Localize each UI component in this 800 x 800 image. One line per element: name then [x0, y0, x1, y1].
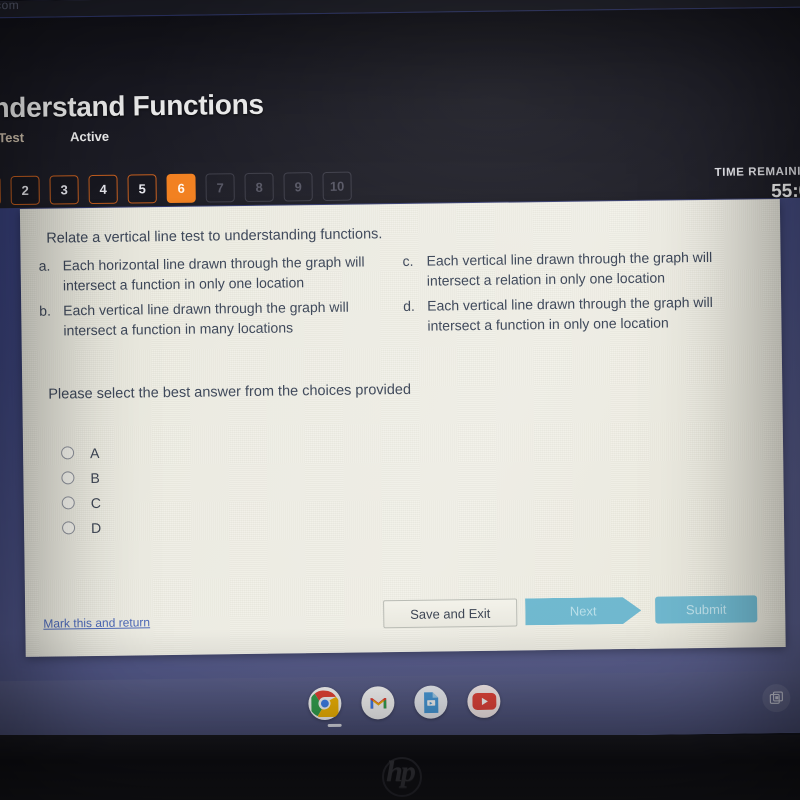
choice-text: Each vertical line drawn through the gra…: [427, 293, 713, 334]
answer-label: B: [90, 469, 100, 486]
question-number-1[interactable]: 1: [0, 176, 1, 206]
page-title: Understand Functions: [0, 88, 264, 124]
instruction-text: Please select the best answer from the c…: [48, 381, 412, 403]
answer-option-B[interactable]: B: [61, 465, 100, 491]
hp-logo: hp: [386, 755, 416, 788]
answer-label: D: [90, 519, 102, 536]
os-taskbar: [0, 670, 800, 744]
choice-letter: d.: [403, 297, 415, 314]
answer-label: A: [89, 444, 100, 461]
assignment-header: Understand Functions Pre-Test Active 123…: [0, 7, 800, 209]
choice-letter: b.: [39, 302, 52, 319]
overview-windows-icon[interactable]: [762, 683, 791, 713]
question-number-7: 7: [205, 173, 235, 203]
question-number-8: 8: [244, 172, 274, 203]
choice-letter: a.: [38, 257, 51, 274]
radio-button-A[interactable]: [61, 446, 75, 460]
mark-this-and-return-link[interactable]: Mark this and return: [43, 615, 150, 630]
url-text: .com: [0, 0, 20, 13]
slides-icon[interactable]: [414, 685, 448, 719]
choice-text: Each horizontal line drawn through the g…: [62, 253, 365, 294]
choice-c: c. Each vertical line drawn through the g…: [402, 245, 755, 295]
answer-label: C: [90, 494, 101, 511]
choice-text: Each vertical line drawn through the gra…: [426, 248, 713, 289]
assignment-type-label[interactable]: Pre-Test: [0, 130, 24, 146]
time-remaining: TIME REMAINING 55:09: [715, 165, 800, 203]
radio-button-B[interactable]: [61, 471, 75, 485]
save-and-exit-button[interactable]: Save and Exit: [383, 598, 518, 629]
chrome-icon[interactable]: [308, 686, 342, 721]
question-number-6[interactable]: 6: [166, 173, 196, 204]
radio-button-D[interactable]: [61, 521, 76, 535]
question-number-2[interactable]: 2: [10, 175, 40, 206]
taskbar-icon-row: [0, 681, 800, 725]
radio-button-C[interactable]: [61, 496, 75, 510]
answer-radio-group[interactable]: ABCD: [61, 440, 101, 541]
question-number-4[interactable]: 4: [88, 174, 118, 205]
assignment-state-label: Active: [69, 128, 110, 145]
choice-b: b. Each vertical line drawn through the g…: [39, 295, 392, 345]
chrome-running-indicator: [327, 723, 342, 727]
answer-option-A[interactable]: A: [61, 440, 100, 466]
choice-letter: c.: [402, 252, 414, 269]
question-number-3[interactable]: 3: [49, 175, 79, 205]
next-button[interactable]: Next: [525, 597, 641, 626]
question-number-strip[interactable]: 123456789 10: [0, 171, 352, 206]
assignment-subnav: Pre-Test Active: [0, 129, 109, 146]
choice-list: a. Each horizontal line drawn through the…: [38, 245, 769, 345]
choice-a: a. Each horizontal line drawn through the…: [38, 250, 391, 300]
laptop-screen: .com Understand Functions Pre-Test Activ…: [0, 0, 800, 744]
question-footer: Mark this and return Save and Exit Next …: [25, 589, 786, 657]
submit-button[interactable]: Submit: [655, 595, 758, 624]
question-stem: Relate a vertical line test to understan…: [46, 226, 383, 247]
youtube-icon[interactable]: [467, 684, 501, 719]
question-number-10: 10: [322, 171, 352, 201]
answer-option-D[interactable]: D: [61, 515, 102, 541]
question-panel: Relate a vertical line test to understan…: [19, 199, 786, 744]
question-number-5[interactable]: 5: [127, 174, 157, 204]
time-remaining-label: TIME REMAINING: [714, 165, 800, 179]
gmail-icon[interactable]: [361, 686, 395, 720]
question-number-9: 9: [283, 172, 313, 202]
laptop-photo: .com Understand Functions Pre-Test Activ…: [0, 0, 800, 800]
answer-option-C[interactable]: C: [61, 490, 101, 516]
choice-text: Each vertical line drawn through the gra…: [63, 298, 349, 339]
choice-d: d. Each vertical line drawn through the g…: [403, 290, 756, 340]
